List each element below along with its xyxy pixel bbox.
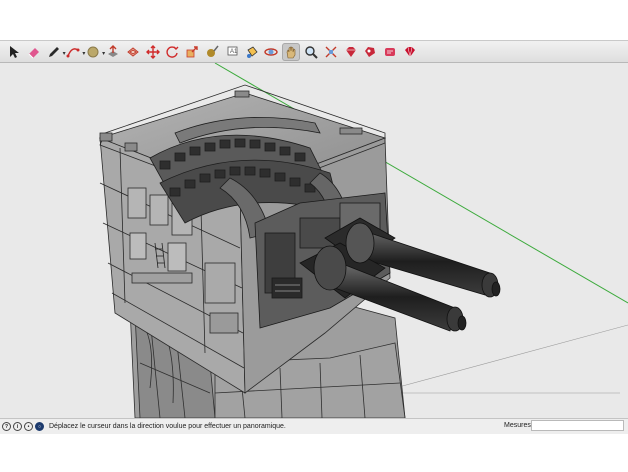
- measures-input[interactable]: [531, 420, 624, 431]
- arc-tool-button[interactable]: ▾: [64, 43, 85, 61]
- svg-text:A1: A1: [230, 49, 238, 55]
- bottom-margin: [0, 434, 628, 472]
- extension-warehouse-icon: [365, 46, 376, 57]
- user-account-icon[interactable]: •: [24, 422, 33, 431]
- arc-tool-icon: [66, 47, 80, 57]
- instructor-icon[interactable]: ○: [35, 422, 44, 431]
- status-hint: Déplacez le curseur dans la direction vo…: [49, 423, 286, 430]
- tape-measure-tool-button[interactable]: [203, 43, 221, 61]
- status-icon-group: ? i • ○: [0, 422, 44, 431]
- measures-label: Mesures: [504, 422, 531, 429]
- main-toolbar: ▾ ▾ ▾ A1: [0, 40, 628, 63]
- zoom-extents-tool-button[interactable]: [322, 43, 340, 61]
- ruby-extension-button[interactable]: [401, 43, 419, 61]
- 3d-warehouse-button[interactable]: [342, 43, 360, 61]
- eraser-tool-button[interactable]: [25, 43, 43, 61]
- extension-warehouse-button[interactable]: [361, 43, 379, 61]
- layout-icon: [385, 47, 396, 56]
- layout-button[interactable]: [381, 43, 399, 61]
- offset-tool-button[interactable]: [124, 43, 142, 61]
- scale-tool-icon: [186, 45, 198, 57]
- line-tool-button[interactable]: ▾: [45, 43, 66, 61]
- tape-measure-tool-icon: [206, 45, 219, 57]
- move-tool-icon: [145, 44, 160, 59]
- zoom-tool-button[interactable]: [302, 43, 320, 61]
- shape-tool-button[interactable]: ▾: [84, 43, 105, 61]
- help-icon[interactable]: ?: [2, 422, 11, 431]
- scale-tool-button[interactable]: [183, 43, 201, 61]
- paint-bucket-tool-icon: [246, 45, 258, 58]
- offset-tool-icon: [126, 46, 139, 57]
- status-bar: ? i • ○ Déplacez le curseur dans la directi…: [0, 418, 628, 434]
- push-pull-tool-icon: [107, 44, 118, 57]
- paint-bucket-tool-button[interactable]: [243, 43, 261, 61]
- top-margin: [0, 0, 628, 40]
- orbit-tool-button[interactable]: [262, 43, 280, 61]
- line-tool-icon: [48, 46, 59, 57]
- info-icon[interactable]: i: [13, 422, 22, 431]
- select-tool-icon: [10, 45, 19, 58]
- eraser-tool-icon: [28, 47, 39, 58]
- push-pull-tool-button[interactable]: [104, 43, 122, 61]
- ground-line: [394, 324, 628, 389]
- ruby-extension-icon: [404, 46, 415, 57]
- pan-tool-button[interactable]: [282, 42, 301, 61]
- rotate-tool-button[interactable]: [163, 43, 181, 61]
- text-tool-button[interactable]: A1: [223, 43, 241, 61]
- text-tool-icon: A1: [227, 46, 238, 55]
- model-viewport[interactable]: [0, 63, 628, 418]
- shape-tool-icon: [87, 46, 99, 57]
- model-canvas[interactable]: [0, 63, 628, 418]
- move-tool-button[interactable]: [144, 43, 162, 61]
- zoom-tool-icon: [305, 45, 318, 59]
- pan-tool-icon: [286, 45, 296, 58]
- rotate-tool-icon: [166, 45, 179, 58]
- orbit-tool-icon: [264, 47, 279, 56]
- zoom-extents-tool-icon: [325, 46, 337, 57]
- 3d-warehouse-icon: [345, 46, 356, 57]
- select-tool-button[interactable]: [5, 43, 23, 61]
